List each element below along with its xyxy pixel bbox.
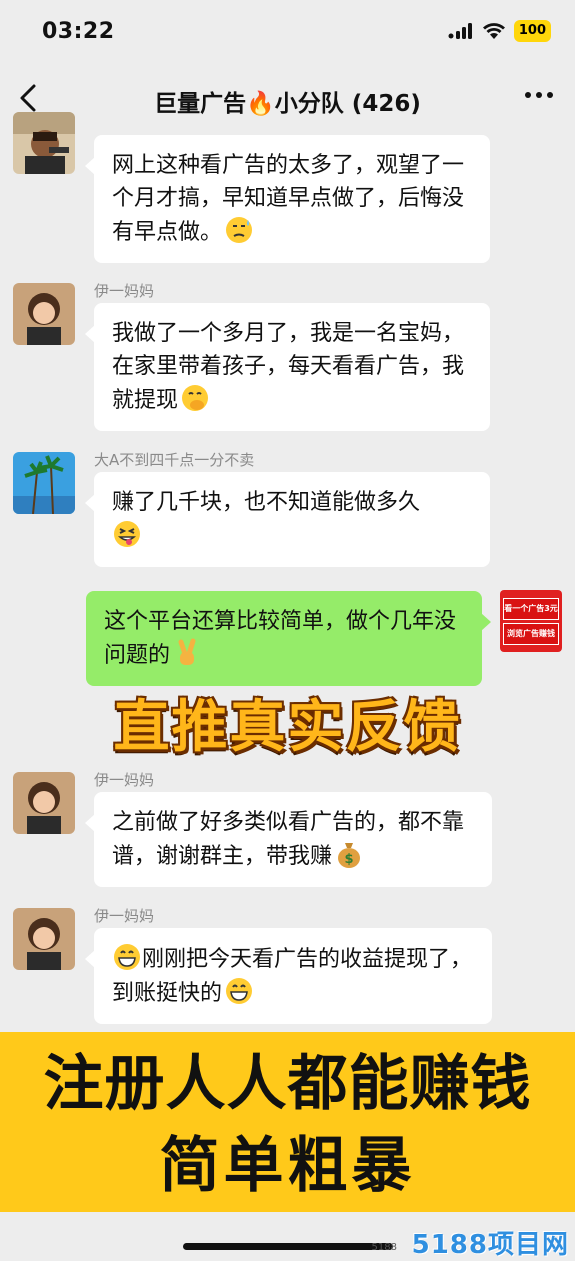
my-avatar[interactable]: 看一个广告3元 浏览广告赚钱	[500, 590, 562, 652]
sender-name: 大A不到四千点一分不卖	[94, 451, 255, 469]
message-text: 网上这种看广告的太多了，观望了一个月才搞，早知道早点做了，后悔没有早点做。	[112, 153, 465, 245]
sweat-emoji-icon	[224, 215, 254, 245]
message-bubble[interactable]: 网上这种看广告的太多了，观望了一个月才搞，早知道早点做了，后悔没有早点做。	[85, 135, 490, 263]
message-text: 我做了一个多月了，我是一名宝妈，在家里带着孩子，每天看看广告，我就提现	[112, 321, 465, 413]
message-bubble[interactable]: 刚刚把今天看广告的收益提现了，到账挺快的	[85, 928, 492, 1024]
message-bubble[interactable]: 我做了一个多月了，我是一名宝妈，在家里带着孩子，每天看看广告，我就提现	[85, 303, 490, 431]
avatar-tag-label: 看一个广告3元	[503, 598, 559, 620]
sender-name: 伊一妈妈	[94, 771, 155, 789]
status-icons: 100	[448, 20, 551, 42]
more-dot-icon	[525, 92, 531, 98]
avatar[interactable]	[13, 452, 75, 514]
promo-heading: 直推真实反馈	[113, 695, 462, 760]
promo-banner: 注册人人都能赚钱 简单粗暴	[0, 1032, 575, 1212]
my-message-bubble[interactable]: 这个平台还算比较简单，做个几年没问题的	[86, 591, 491, 686]
watermark-small: 5188	[371, 1242, 397, 1253]
more-options-button[interactable]	[525, 92, 553, 98]
avatar[interactable]	[13, 772, 75, 834]
sender-name: 伊一妈妈	[94, 907, 155, 925]
more-dot-icon	[547, 92, 553, 98]
chat-header: 巨量广告🔥小分队 (426)	[0, 64, 575, 132]
message-text: 之前做了好多类似看广告的，都不靠谱，谢谢群主，带我赚	[112, 810, 465, 869]
avatar-tag-label: 浏览广告赚钱	[503, 623, 559, 645]
svg-text:$: $	[344, 852, 353, 867]
avatar[interactable]	[13, 908, 75, 970]
squinting-tongue-emoji-icon	[112, 519, 142, 549]
grinning-emoji-icon	[224, 976, 254, 1006]
avatar[interactable]	[13, 283, 75, 345]
more-dot-icon	[536, 92, 542, 98]
chat-title: 巨量广告🔥小分队 (426)	[154, 91, 421, 117]
message-bubble[interactable]: 赚了几千块，也不知道能做多久	[85, 472, 490, 567]
battery-indicator: 100	[513, 20, 551, 42]
signal-icon	[448, 23, 472, 39]
sender-name: 伊一妈妈	[94, 282, 155, 300]
status-time: 03:22	[42, 19, 115, 44]
home-indicator[interactable]	[183, 1243, 393, 1250]
watermark-logo: 5188项目网	[411, 1230, 569, 1260]
avatar[interactable]	[13, 112, 75, 174]
money-bag-emoji-icon: $	[334, 839, 364, 869]
wifi-icon	[482, 23, 505, 39]
message-bubble[interactable]: 之前做了好多类似看广告的，都不靠谱，谢谢群主，带我赚 $	[85, 792, 492, 887]
home-indicator-area: 5188 5188项目网	[0, 1212, 575, 1261]
banner-headline: 注册人人都能赚钱	[43, 1049, 532, 1119]
status-bar: 03:22 100	[0, 0, 575, 64]
victory-hand-emoji-icon	[172, 638, 202, 668]
message-text: 刚刚把今天看广告的收益提现了，到账挺快的	[112, 947, 473, 1006]
hand-over-mouth-emoji-icon	[180, 383, 210, 413]
message-text: 这个平台还算比较简单，做个几年没问题的	[104, 609, 457, 668]
message-text: 赚了几千块，也不知道能做多久	[112, 490, 421, 515]
grinning-emoji-icon	[112, 942, 142, 972]
banner-subheadline: 简单粗暴	[159, 1131, 416, 1201]
